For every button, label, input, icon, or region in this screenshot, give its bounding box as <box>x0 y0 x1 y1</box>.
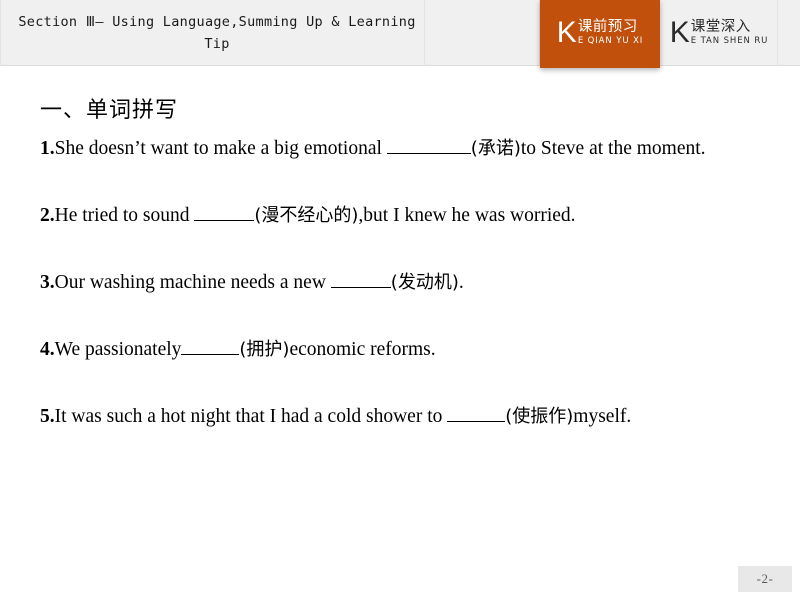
question-text-before-blank: We passionately <box>54 339 182 360</box>
question-number: 2. <box>40 205 55 226</box>
tab-label-pinyin: E QIAN YU XI <box>577 36 644 46</box>
question-number: 5. <box>40 406 55 427</box>
slide-body: 一、单词拼写 1.She doesn’t want to make a big … <box>40 96 766 433</box>
question-text-before-blank: It was such a hot night that I had a col… <box>54 406 448 427</box>
tab-ke-qian-yu-xi[interactable]: K 课前预习 E QIAN YU XI <box>540 0 660 68</box>
answer-blank[interactable] <box>330 272 391 288</box>
question-number: 3. <box>40 272 55 293</box>
answer-blank[interactable] <box>386 138 471 154</box>
answer-blank[interactable] <box>181 339 240 355</box>
tab-ke-tan-shen-ru[interactable]: K 课堂深入 E TAN SHEN RU <box>660 0 778 68</box>
question-text-after-blank: . <box>458 272 464 293</box>
question-hint-cn: (使振作) <box>505 406 574 427</box>
tab-label-cn: 课前预习 <box>577 19 638 35</box>
page-number-badge: -2- <box>738 566 792 592</box>
question-text-after-blank: to Steve at the moment. <box>520 138 706 159</box>
question-item: 2.He tried to sound (漫不经心的),but I knew h… <box>40 199 766 232</box>
question-text-before-blank: She doesn’t want to make a big emotional <box>54 138 387 159</box>
question-text-after-blank: economic reforms. <box>289 339 436 360</box>
question-text-after-blank: myself. <box>573 406 632 427</box>
question-text-before-blank: Our washing machine needs a new <box>54 272 331 293</box>
answer-blank[interactable] <box>194 205 255 221</box>
tab-letter-k-icon: K <box>669 16 690 49</box>
question-number: 1. <box>40 138 55 159</box>
question-number: 4. <box>40 339 55 360</box>
question-hint-cn: (拥护) <box>239 339 290 360</box>
question-hint-cn: (发动机) <box>390 272 459 293</box>
question-list: 1.She doesn’t want to make a big emotion… <box>40 132 766 433</box>
tab-label-group: 课前预习 E QIAN YU XI <box>578 18 643 47</box>
question-item: 3.Our washing machine needs a new (发动机). <box>40 266 766 299</box>
question-item: 4.We passionately (拥护)economic reforms. <box>40 333 766 366</box>
exercise-heading: 一、单词拼写 <box>40 98 179 123</box>
question-hint-cn: (承诺) <box>470 138 521 159</box>
question-text-before-blank: He tried to sound <box>54 205 195 226</box>
tab-label-cn: 课堂深入 <box>690 19 751 35</box>
tab-content: K 课堂深入 E TAN SHEN RU <box>670 18 769 48</box>
header-cell-spacer-1 <box>425 0 540 66</box>
question-item: 5.It was such a hot night that I had a c… <box>40 400 766 433</box>
answer-blank[interactable] <box>447 406 506 422</box>
tab-letter-k-icon: K <box>556 16 577 49</box>
page-title: Section Ⅲ— Using Language,Summing Up & L… <box>18 14 416 52</box>
question-item: 1.She doesn’t want to make a big emotion… <box>40 132 766 165</box>
question-hint-cn: (漫不经心的) <box>254 205 359 226</box>
header-cell-spacer-2 <box>778 0 800 66</box>
tab-label-group: 课堂深入 E TAN SHEN RU <box>691 18 769 47</box>
tab-content: K 课前预习 E QIAN YU XI <box>557 18 643 48</box>
question-text-after-blank: ,but I knew he was worried. <box>358 205 576 226</box>
tab-label-pinyin: E TAN SHEN RU <box>690 36 769 46</box>
